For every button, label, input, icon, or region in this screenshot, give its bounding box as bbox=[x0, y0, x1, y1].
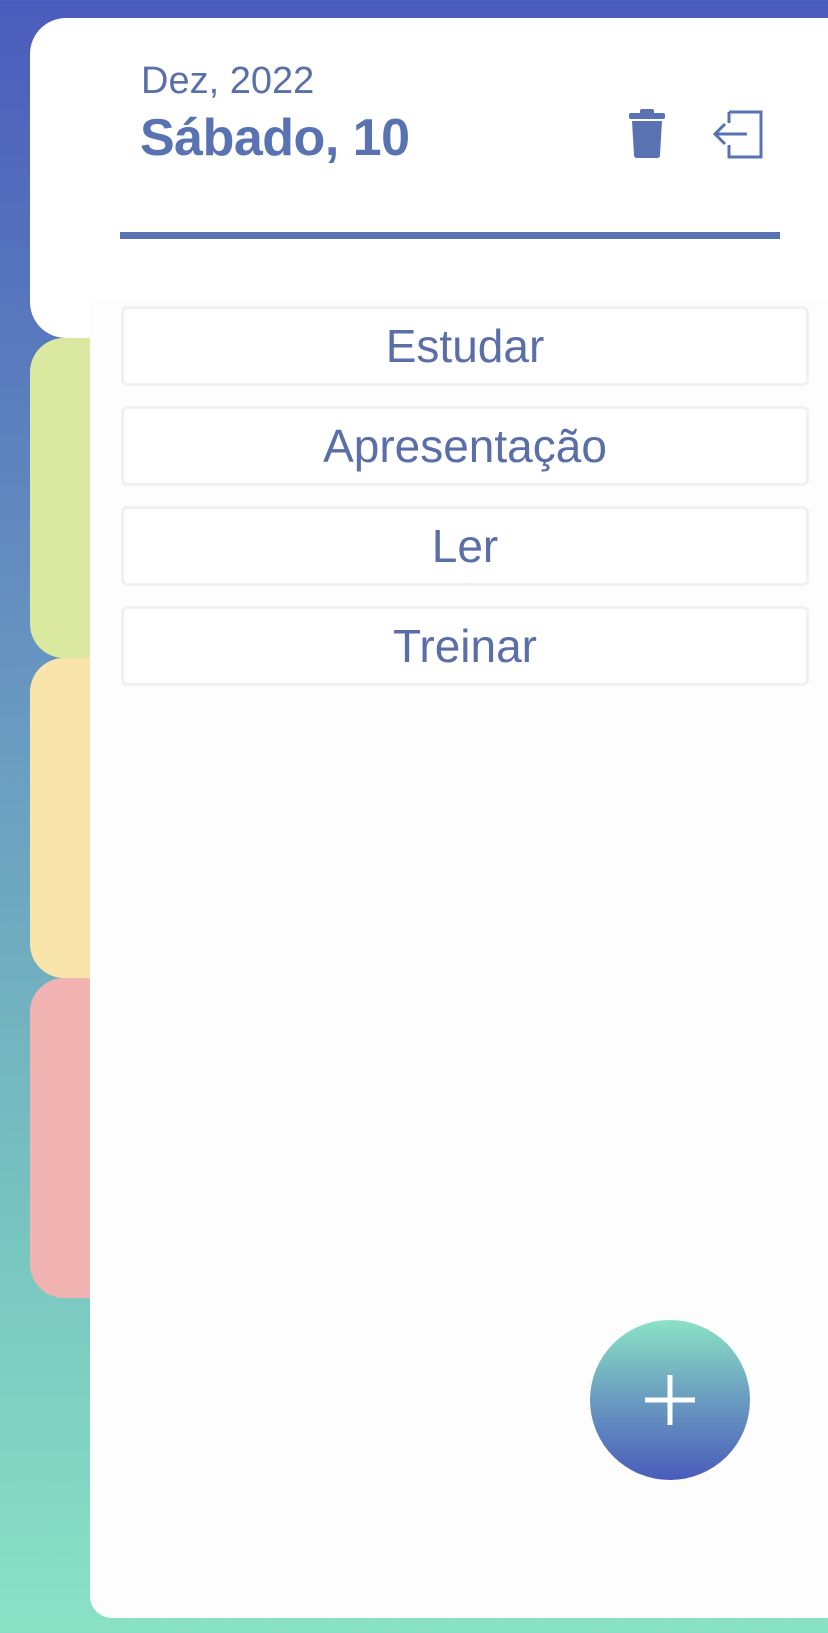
day-title: Sábado, 10 bbox=[140, 109, 410, 167]
trash-icon bbox=[629, 109, 665, 158]
header-divider bbox=[120, 232, 780, 239]
task-list: Estudar Apresentação Ler Treinar bbox=[121, 306, 809, 706]
logout-icon bbox=[712, 110, 763, 159]
task-item[interactable]: Treinar bbox=[121, 606, 809, 686]
plus-icon bbox=[645, 1375, 695, 1425]
task-item[interactable]: Estudar bbox=[121, 306, 809, 386]
delete-button[interactable] bbox=[617, 104, 677, 164]
task-item[interactable]: Apresentação bbox=[121, 406, 809, 486]
add-task-button[interactable] bbox=[590, 1320, 750, 1480]
logout-button[interactable] bbox=[708, 104, 768, 164]
task-item[interactable]: Ler bbox=[121, 506, 809, 586]
month-label: Dez, 2022 bbox=[141, 60, 315, 102]
